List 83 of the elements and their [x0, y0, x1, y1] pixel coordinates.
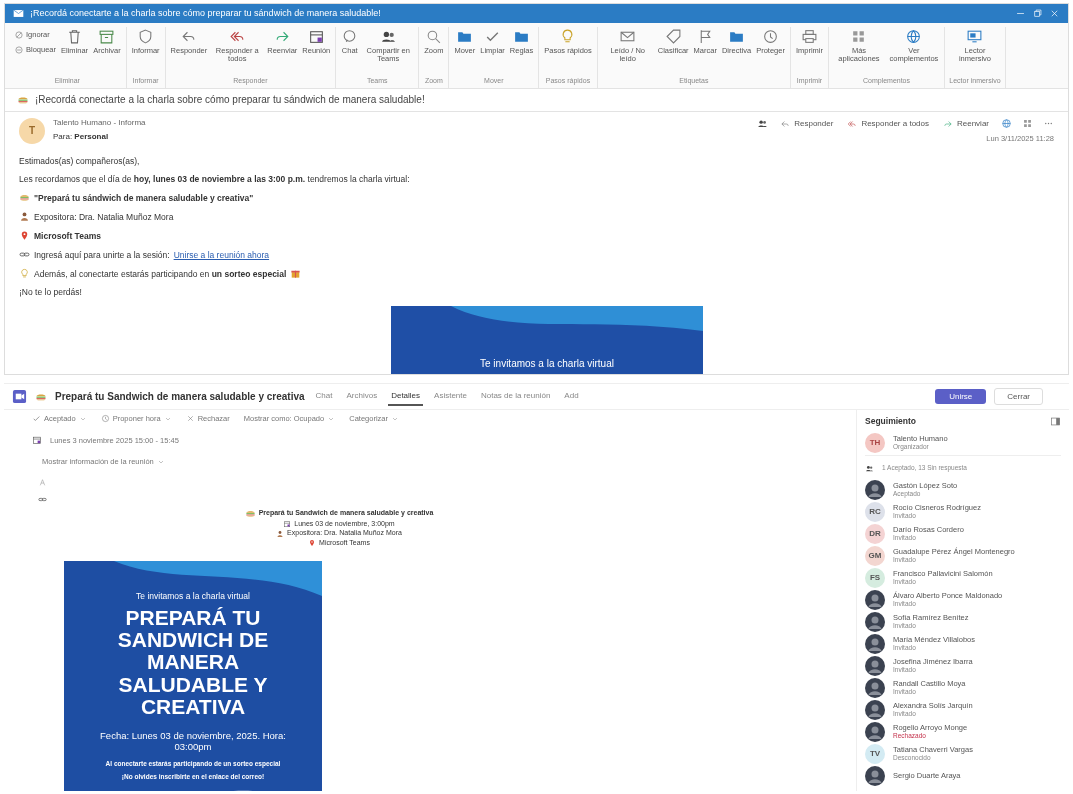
panel-toggle-icon[interactable]: [1050, 416, 1061, 427]
avatar-icon: [865, 765, 885, 786]
printer-icon: [800, 28, 818, 45]
restore-icon[interactable]: [1032, 8, 1043, 19]
avatar: TV: [865, 743, 885, 764]
body-text: Les recordamos que el día de hoy, lunes 03 de noviembre a las 3:00 p.m. tendremos la charla virtual:: [19, 174, 410, 185]
avatar-icon: [865, 721, 885, 742]
avatar-icon: [865, 655, 885, 676]
body-text: Además, al conectarte estarás participando en un sorteo especial: [34, 268, 287, 279]
recipient-line: Para: Personal: [53, 131, 110, 142]
calendar-icon: [283, 520, 292, 529]
clock-icon: [100, 414, 110, 423]
globe-icon[interactable]: [1001, 118, 1012, 129]
window-title: ¡Recordá conectarte a la charla sobre cómo preparar tu sándwich de manera saludable!: [30, 8, 381, 19]
gift-icon: [290, 268, 302, 280]
sandwich-icon: [244, 508, 256, 519]
clock-icon: [762, 28, 779, 45]
avatar-icon: [865, 589, 885, 610]
action-button[interactable]: Responder: [778, 118, 836, 129]
person-icon: [276, 529, 285, 538]
text-format-icon: [38, 478, 47, 487]
body-text: Expositora: Dra. Natalia Muñoz Mora: [34, 211, 174, 222]
light-bulb-icon: [19, 268, 30, 280]
tab[interactable]: Archivos: [343, 386, 381, 407]
avatar: RC: [865, 501, 885, 522]
close-icon[interactable]: [1049, 8, 1060, 19]
map-pin-icon: [308, 538, 317, 547]
x-mark-icon: [185, 414, 195, 423]
meeting-title: Prepará tu Sandwich de manera saludable y creativa: [55, 390, 305, 403]
body-text: "Prepará tu sándwich de manera saludable y creativa": [34, 192, 254, 203]
avatar: DR: [865, 523, 885, 544]
avatar-icon: [865, 611, 885, 632]
sandwich-icon: [19, 192, 30, 204]
avatar: FS: [865, 567, 885, 588]
no-entry-icon: [14, 45, 24, 55]
action-button[interactable]: Reenviar: [941, 118, 991, 129]
tab[interactable]: Notas de la reunión: [477, 386, 554, 407]
poster-date: Fecha: Lunes 03 de noviembre, 2025. Hora: 03:00pm: [99, 729, 287, 753]
mail-icon: [13, 8, 24, 19]
tag-icon: [664, 28, 682, 45]
calendar-icon: [307, 28, 325, 45]
poster-headline: PREPARÁ TU SANDWICH DE MANERA SALUDABLE Y CREATIVA: [116, 607, 270, 718]
body-text: Ingresá aquí para unirte a la sesión:: [34, 249, 170, 260]
sender-avatar: T: [19, 118, 45, 144]
action-button[interactable]: Responder a todos: [845, 118, 931, 129]
grid-icon[interactable]: [1022, 118, 1033, 129]
people-icon: [865, 463, 874, 473]
body-text: Estimados(as) compañeros(as),: [19, 156, 140, 167]
video-camera-icon: [12, 389, 27, 404]
people-icon[interactable]: [757, 118, 769, 129]
tab[interactable]: Add: [561, 386, 582, 407]
archive-box-icon: [98, 28, 116, 45]
body-text: Microsoft Teams: [34, 230, 101, 241]
monitor-icon: [966, 28, 984, 45]
close-button[interactable]: Cerrar: [994, 387, 1043, 406]
avatar-icon: [865, 677, 885, 698]
banner-text: Te invitamos a la charla virtual: [480, 357, 614, 370]
avatar: GM: [865, 545, 885, 566]
globe-icon: [905, 28, 923, 45]
join-button[interactable]: Unirse: [935, 388, 987, 405]
avatar-icon: [865, 633, 885, 654]
map-pin-icon: [19, 230, 30, 242]
check-mark-icon: [32, 414, 41, 423]
calendar-icon: [32, 435, 42, 445]
panel-title: Seguimiento: [865, 416, 916, 427]
forward-arrow-icon: [943, 118, 953, 129]
search-icon: [425, 28, 443, 45]
email-subject: ¡Recordá conectarte a la charla sobre cómo preparar tu sándwich de manera saludable!: [35, 94, 425, 106]
poster-intro: Te invitamos a la charla virtual: [136, 591, 250, 602]
sender-name: Talento Humano - Informa: [53, 118, 146, 128]
meeting-link[interactable]: Unirse a la reunión ahora: [173, 249, 270, 260]
tab[interactable]: Asistente: [431, 386, 470, 407]
avatar-icon: [865, 699, 885, 720]
avatar-icon: [865, 479, 885, 500]
chain-link-icon: [38, 495, 47, 504]
body-text: ¡No te lo perdás!: [19, 287, 82, 298]
tab[interactable]: Chat: [312, 386, 336, 407]
reply-all-arrow-icon: [847, 118, 858, 129]
tab[interactable]: Detalles: [388, 386, 424, 407]
avatar: TH: [865, 432, 885, 453]
person-icon: [19, 211, 30, 223]
reply-arrow-icon: [780, 118, 791, 129]
circle-slash-icon: [14, 30, 24, 40]
